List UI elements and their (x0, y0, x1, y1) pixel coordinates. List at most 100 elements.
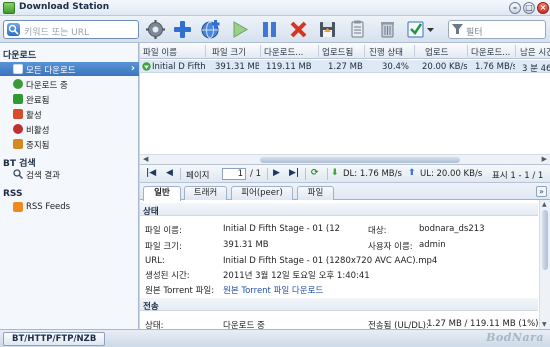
tab-general[interactable]: 일반 (143, 186, 181, 201)
column-separator (318, 45, 319, 57)
completed-icon (13, 94, 23, 104)
cell-remaining: 3 분 46 초 (522, 64, 550, 74)
window-title: Download Station (19, 2, 110, 12)
column-header-remaining[interactable]: 남은 시간 (520, 46, 550, 58)
torrent-label: 원본 Torrent 파일: (145, 286, 215, 296)
cell-downloaded: 119.11 MB (266, 62, 312, 72)
trash-icon[interactable] (377, 19, 398, 40)
protocol-tab[interactable]: BT/HTTP/FTP/NZB (3, 332, 106, 346)
pause-icon[interactable] (259, 19, 280, 40)
watermark: BodNara (486, 331, 544, 344)
details-tabs: 일반 트래커 피어(peer) 파일 » (140, 183, 550, 201)
tab-trackers[interactable]: 트래커 (184, 186, 227, 200)
column-header-upload-speed[interactable]: 업로드 (425, 46, 469, 58)
filter-placeholder: 필터 (466, 28, 483, 38)
cell-size: 391.31 MB (215, 62, 259, 72)
scroll-up-icon[interactable]: ▲ (542, 201, 547, 208)
last-page-icon[interactable]: ▶| (289, 168, 299, 178)
clear-icon[interactable] (347, 19, 368, 40)
sidebar-item-downloading[interactable]: 다운로드 중 (0, 77, 139, 91)
column-header-size[interactable]: 파일 크기 (212, 46, 256, 58)
scrollbar-thumb[interactable] (542, 210, 548, 270)
filter-icon (452, 24, 463, 34)
search-result-icon (13, 169, 24, 180)
scroll-down-icon[interactable]: ▼ (542, 321, 547, 328)
sidebar: 다운로드 모든 다운로드 › 다운로드 중 완료됨 활성 비활성 중지됨 BT … (0, 43, 139, 329)
page-total: / 1 (250, 169, 261, 179)
transfer-section-title: 전송 (140, 298, 538, 312)
sidebar-item-search-results[interactable]: 검색 결과 (0, 167, 139, 181)
add-url-icon[interactable] (200, 19, 221, 40)
search-icon[interactable] (7, 23, 20, 36)
sidebar-item-stopped[interactable]: 중지됨 (0, 137, 139, 151)
sidebar-item-inactive[interactable]: 비활성 (0, 122, 139, 136)
toolbar: 키워드 또는 URL 필터 (0, 16, 550, 43)
column-header-download-speed[interactable]: 다운로드... (471, 46, 517, 58)
column-header-filename[interactable]: 파일 이름 (143, 46, 198, 58)
sidebar-item-active[interactable]: 활성 (0, 107, 139, 121)
sidebar-item-label: 활성 (26, 111, 42, 121)
column-separator (364, 45, 365, 57)
sidebar-item-rss-feeds[interactable]: RSS Feeds (0, 200, 139, 214)
column-separator (260, 45, 261, 57)
username-label: 사용자 이름: (368, 242, 413, 252)
column-separator (515, 45, 516, 57)
sidebar-item-label: 완료됨 (26, 96, 50, 106)
select-icon[interactable] (406, 19, 436, 40)
page-label: 페이지 (186, 171, 210, 181)
sidebar-item-label: 비활성 (26, 126, 50, 136)
pager-separator (267, 168, 268, 180)
vertical-scrollbar[interactable]: ▲ ▼ (539, 200, 550, 329)
dl-speed-icon: ⬇ (331, 168, 339, 178)
first-page-icon[interactable]: |◀ (146, 168, 156, 178)
title-bar: Download Station – □ × (0, 0, 550, 16)
settings-icon[interactable] (145, 19, 166, 40)
chevron-right-icon: › (130, 63, 135, 74)
status-section-title: 상태 (140, 203, 538, 217)
refresh-icon[interactable]: ⟳ (311, 168, 319, 178)
all-downloads-icon (13, 64, 23, 74)
maximize-button[interactable]: □ (523, 2, 535, 14)
destination-value: bodnara_ds213 (419, 224, 485, 234)
page-number-input[interactable]: 1 (222, 168, 246, 180)
ul-speed: UL: 20.00 KB/s (420, 169, 483, 179)
sidebar-item-all-downloads[interactable]: 모든 다운로드 › (0, 62, 139, 76)
sidebar-item-label: 중지됨 (26, 141, 50, 151)
filename-label: 파일 이름: (145, 226, 182, 236)
resume-icon[interactable] (229, 19, 250, 40)
horizontal-scrollbar[interactable]: ◀ ▶ (140, 154, 550, 164)
filter-input[interactable]: 필터 (448, 20, 546, 39)
save-icon[interactable] (317, 19, 338, 40)
search-placeholder: 키워드 또는 URL (24, 28, 89, 38)
column-header-uploaded[interactable]: 업로드됨 (322, 46, 366, 58)
scroll-left-icon[interactable]: ◀ (143, 155, 148, 163)
url-value: Initial D Fifth Stage - 01 (1280x720 AVC… (223, 256, 438, 266)
scroll-right-icon[interactable]: ▶ (542, 155, 547, 163)
sidebar-item-completed[interactable]: 완료됨 (0, 92, 139, 106)
scrollbar-thumb[interactable] (260, 157, 460, 163)
add-icon[interactable] (172, 19, 193, 40)
column-separator (205, 45, 206, 57)
next-page-icon[interactable]: ▶ (273, 168, 280, 178)
close-button[interactable]: × (537, 2, 549, 14)
list-header: 파일 이름 파일 크기 다운로드... 업로드됨 진행 상태 업로드 다운로드.… (140, 43, 550, 59)
table-row[interactable]: Initial D Fifth ... 391.31 MB 119.11 MB … (140, 60, 550, 74)
collapse-icon[interactable]: » (536, 186, 547, 197)
tab-files[interactable]: 파일 (297, 186, 334, 200)
filename-value: Initial D Fifth Stage - 01 (12 (223, 224, 341, 234)
sidebar-item-label: RSS Feeds (26, 202, 71, 212)
size-label: 파일 크기: (145, 242, 182, 252)
minimize-button[interactable]: – (509, 2, 521, 14)
torrent-download-link[interactable]: 원본 Torrent 파일 다운로드 (223, 284, 323, 296)
destination-label: 대상: (368, 226, 387, 236)
delete-icon[interactable] (288, 19, 309, 40)
url-label: URL: (145, 256, 165, 266)
username-value: admin (419, 240, 446, 250)
transferred-value: 1.27 MB / 119.11 MB (1%) (427, 319, 539, 329)
column-header-downloaded[interactable]: 다운로드... (264, 46, 316, 58)
prev-page-icon[interactable]: ◀ (166, 168, 173, 178)
column-header-progress[interactable]: 진행 상태 (369, 46, 413, 58)
tab-peers[interactable]: 피어(peer) (231, 186, 293, 200)
downloading-icon (13, 79, 23, 89)
search-input[interactable]: 키워드 또는 URL (3, 20, 139, 39)
